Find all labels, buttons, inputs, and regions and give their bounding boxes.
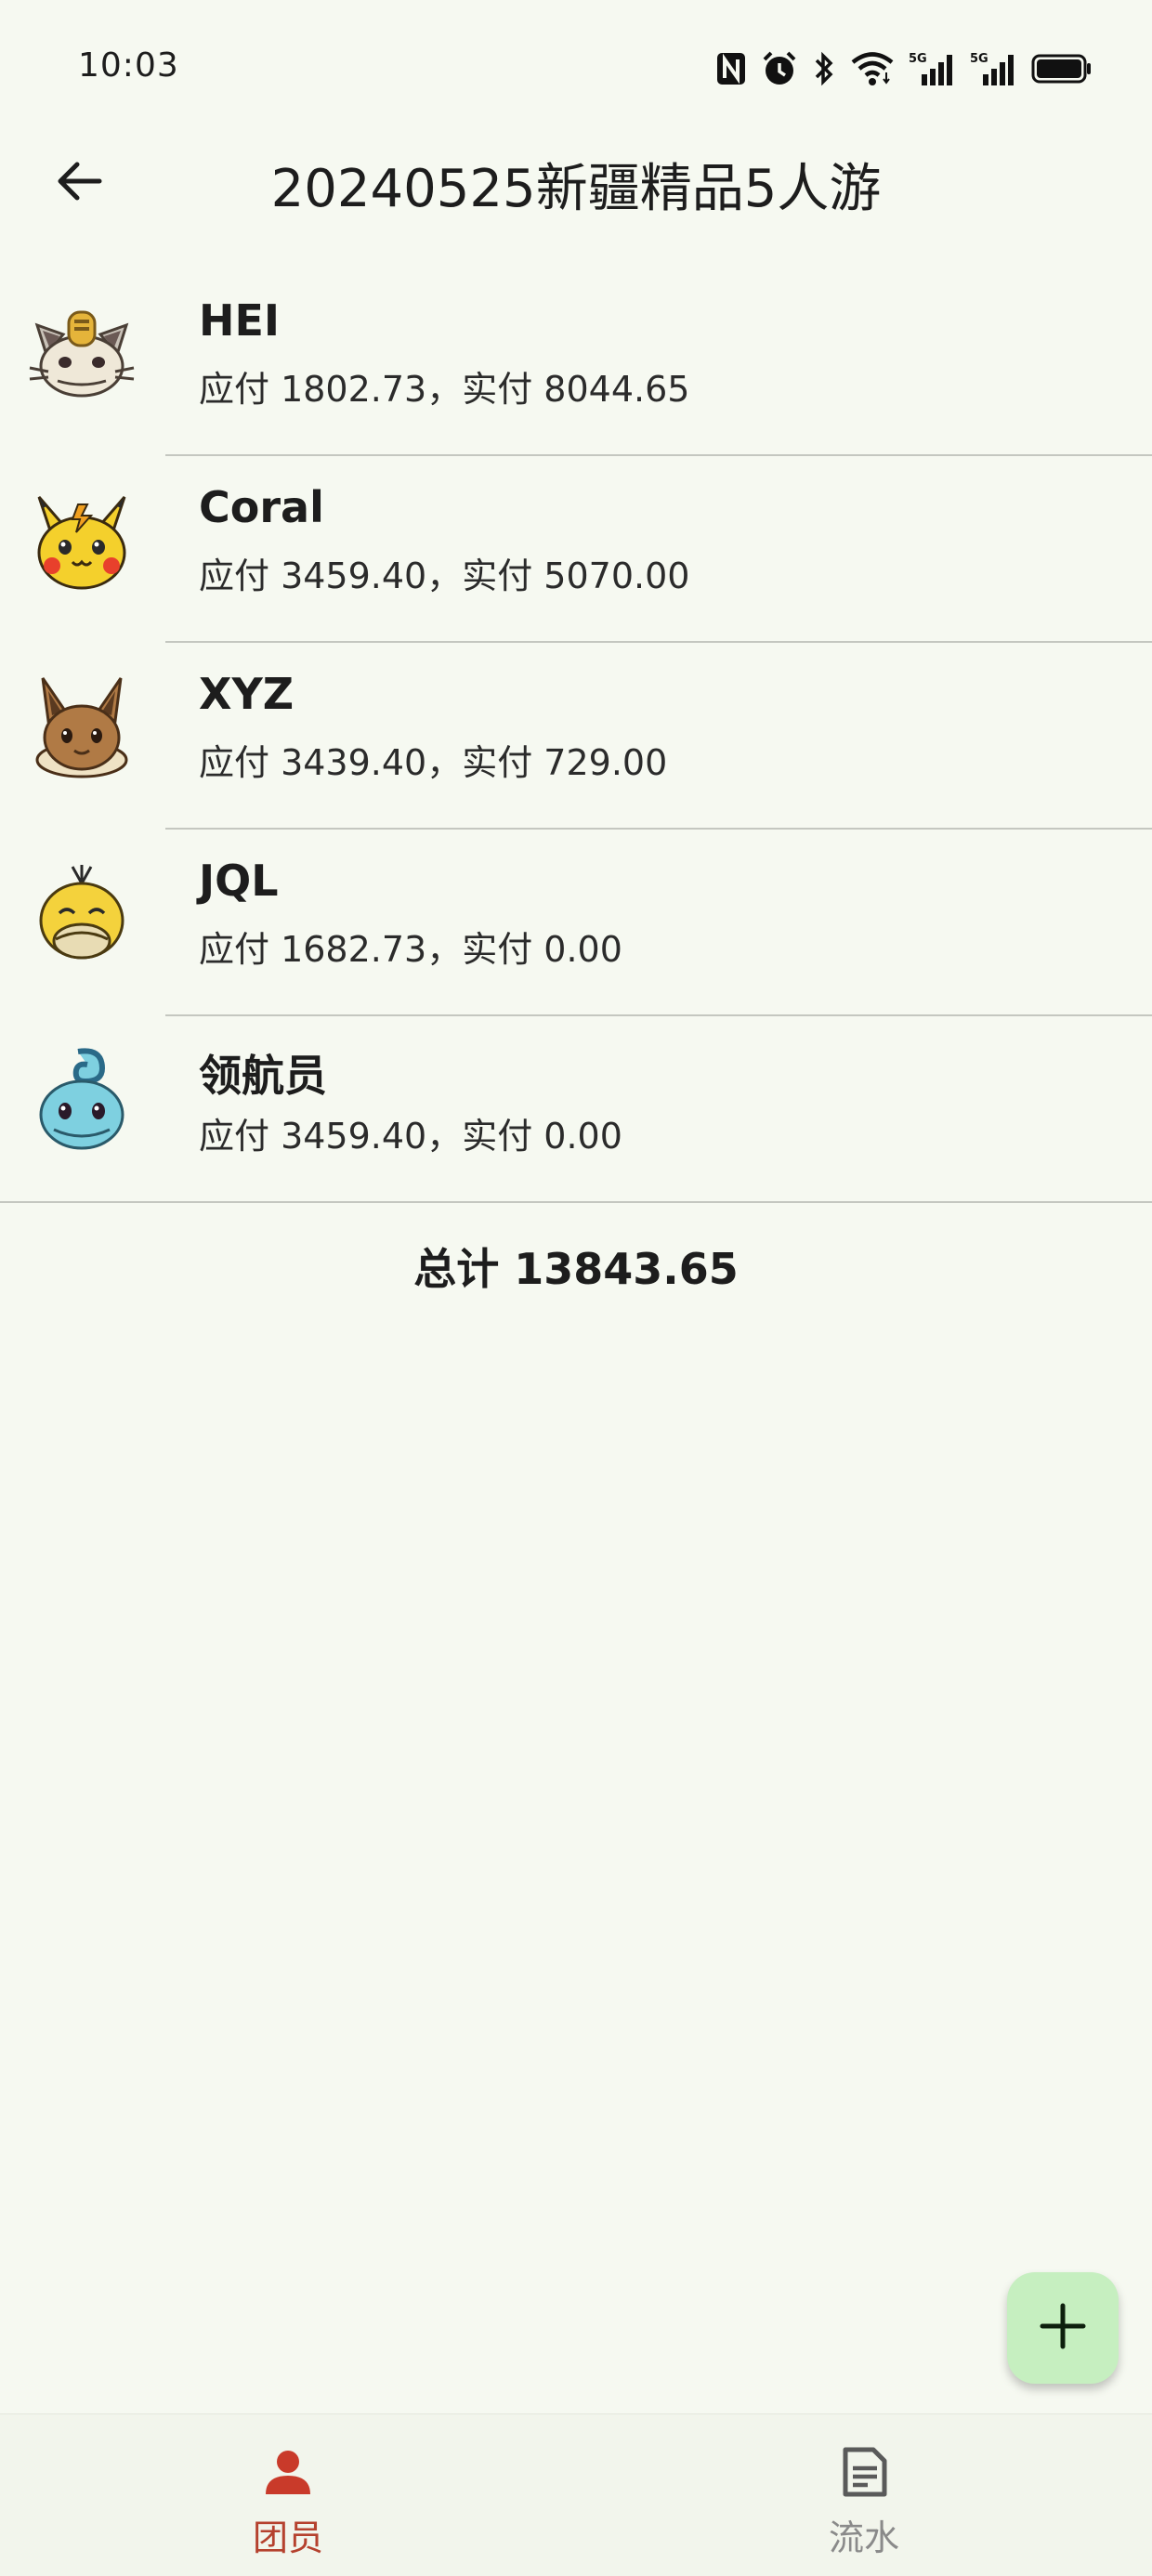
person-icon bbox=[258, 2442, 318, 2502]
page-title: 20240525新疆精品5人游 bbox=[270, 159, 882, 219]
member-name: 领航员 bbox=[199, 1051, 327, 1101]
status-bar: 10:03 5G 5G bbox=[0, 0, 1152, 130]
tab-members[interactable]: 团员 bbox=[0, 2414, 576, 2576]
member-name: HEI bbox=[199, 295, 281, 346]
member-name: JQL bbox=[199, 856, 279, 906]
member-name: Coral bbox=[199, 482, 324, 532]
bottom-nav: 团员 流水 bbox=[0, 2413, 1152, 2576]
psyduck-avatar bbox=[26, 857, 137, 969]
list-item[interactable]: JQL 应付 1682.73，实付 0.00 bbox=[0, 830, 1152, 1016]
list-item[interactable]: Coral 应付 3459.40，实付 5070.00 bbox=[0, 456, 1152, 643]
status-time: 10:03 bbox=[78, 46, 179, 85]
plus-icon bbox=[1039, 2302, 1087, 2354]
member-amounts: 应付 3439.40，实付 729.00 bbox=[199, 742, 668, 783]
add-button[interactable] bbox=[1007, 2272, 1119, 2384]
svg-text:5G: 5G bbox=[909, 52, 927, 66]
list-item[interactable]: HEI 应付 1802.73，实付 8044.65 bbox=[0, 269, 1152, 456]
battery-icon bbox=[1031, 50, 1093, 87]
document-icon bbox=[834, 2442, 894, 2502]
tab-transactions[interactable]: 流水 bbox=[576, 2414, 1152, 2576]
app-bar: 20240525新疆精品5人游 bbox=[0, 130, 1152, 242]
member-amounts: 应付 3459.40，实付 0.00 bbox=[199, 1116, 622, 1157]
bluetooth-icon bbox=[812, 50, 836, 87]
tab-transactions-label: 流水 bbox=[828, 2517, 899, 2558]
5g-signal-icon: 5G bbox=[970, 50, 1016, 87]
divider bbox=[0, 1201, 1152, 1203]
member-amounts: 应付 1682.73，实付 0.00 bbox=[199, 929, 622, 970]
tab-members-label: 团员 bbox=[252, 2517, 323, 2558]
member-amounts: 应付 1802.73，实付 8044.65 bbox=[199, 369, 690, 410]
status-icons: 5G 5G bbox=[715, 46, 1093, 91]
eevee-avatar bbox=[26, 671, 137, 782]
wifi-icon bbox=[851, 50, 894, 87]
list-item[interactable]: XYZ 应付 3439.40，实付 729.00 bbox=[0, 643, 1152, 830]
pikachu-avatar bbox=[26, 484, 137, 595]
nfc-icon bbox=[715, 50, 747, 87]
list-item[interactable]: 领航员 应付 3459.40，实付 0.00 bbox=[0, 1016, 1152, 1203]
svg-text:5G: 5G bbox=[970, 52, 988, 66]
squirtle-avatar bbox=[26, 1044, 137, 1156]
meowth-avatar bbox=[26, 297, 137, 409]
member-list: HEI 应付 1802.73，实付 8044.65 Coral 应付 3459.… bbox=[0, 269, 1152, 1203]
total-amount: 总计 13843.65 bbox=[413, 1244, 739, 1294]
member-name: XYZ bbox=[199, 669, 295, 719]
member-amounts: 应付 3459.40，实付 5070.00 bbox=[199, 556, 690, 596]
alarm-icon bbox=[762, 50, 797, 87]
5g-signal-icon: 5G bbox=[909, 50, 955, 87]
